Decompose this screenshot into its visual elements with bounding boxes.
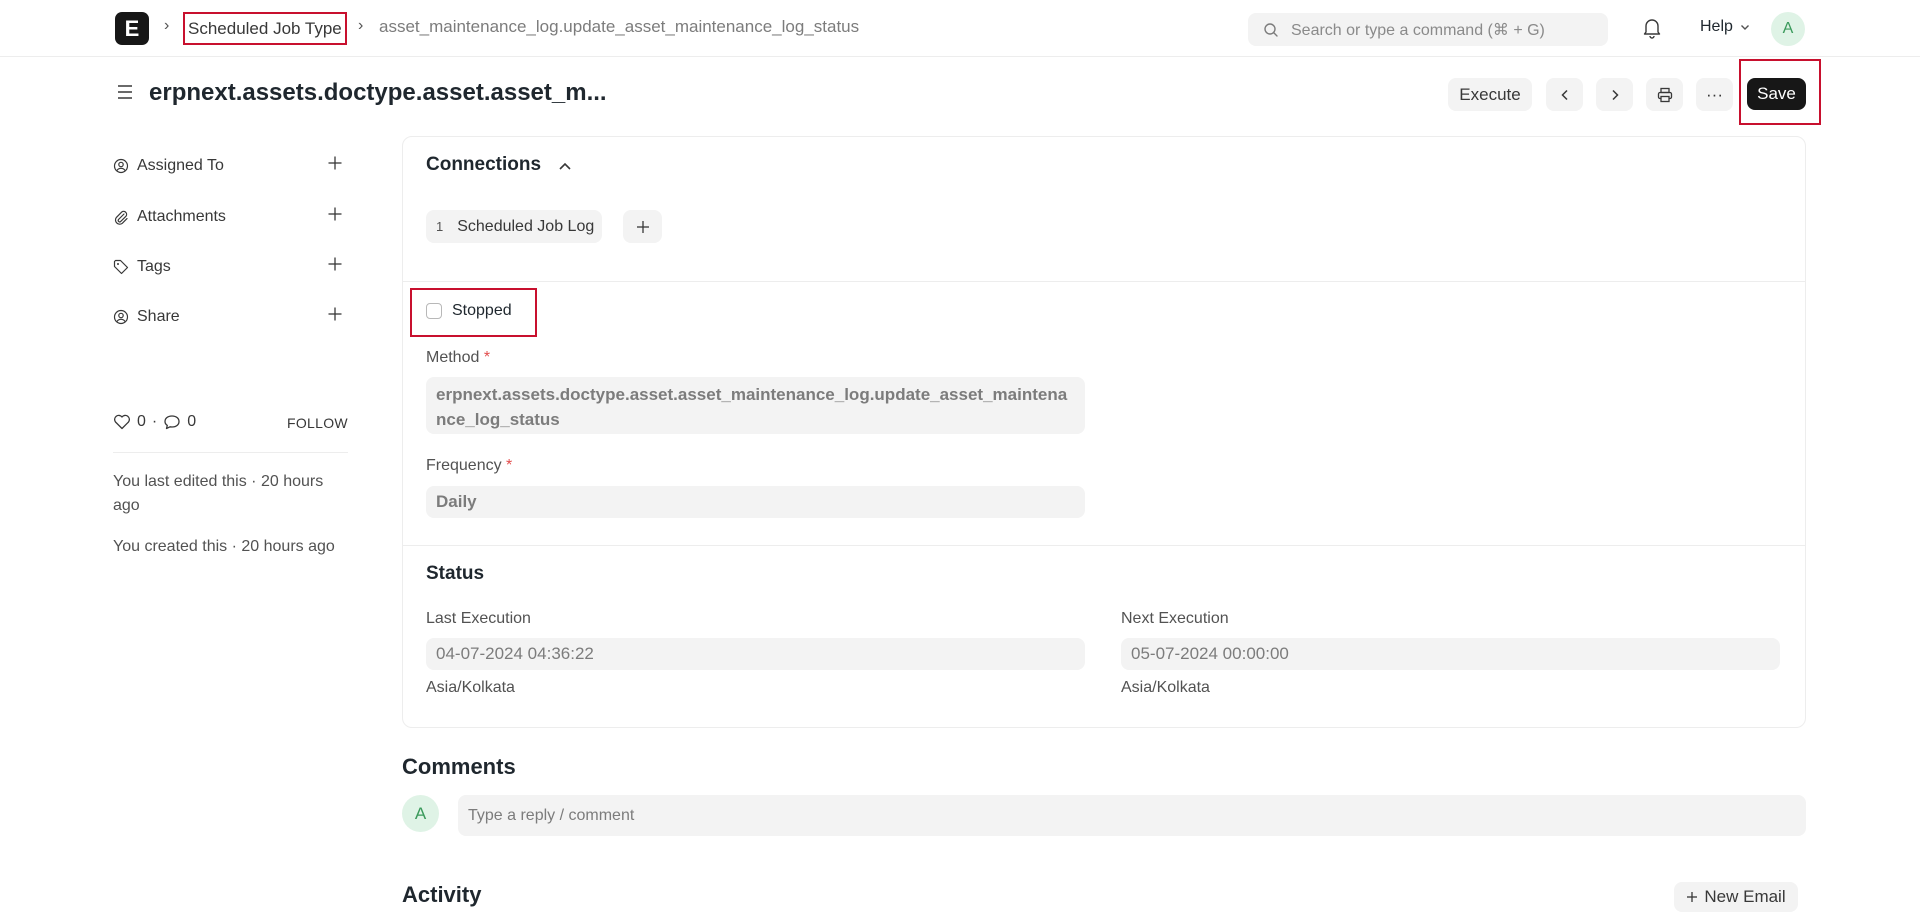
connections-heading[interactable]: Connections bbox=[426, 154, 541, 176]
connection-label: Scheduled Job Log bbox=[457, 217, 595, 235]
next-doc-button[interactable] bbox=[1596, 78, 1633, 111]
method-label: Method * bbox=[426, 349, 491, 366]
share-user-icon bbox=[113, 309, 129, 325]
more-actions-button[interactable]: ··· bbox=[1696, 78, 1733, 111]
chevron-down-icon bbox=[1740, 25, 1749, 30]
comments-count: 0 bbox=[187, 413, 197, 430]
activity-heading: Activity bbox=[402, 882, 482, 907]
breadcrumb-current-doc[interactable]: asset_maintenance_log.update_asset_maint… bbox=[379, 17, 859, 37]
paperclip-icon bbox=[114, 210, 128, 225]
plus-icon bbox=[1687, 892, 1698, 902]
last-edited-text: You last edited this · 20 hours ago bbox=[113, 473, 324, 514]
plus-icon[interactable] bbox=[327, 206, 343, 222]
chevron-right-icon: › bbox=[164, 17, 170, 34]
help-label: Help bbox=[1700, 18, 1733, 35]
comment-avatar: A bbox=[402, 795, 439, 832]
stopped-checkbox[interactable] bbox=[426, 303, 442, 319]
search-input[interactable]: Search or type a command (⌘ + G) bbox=[1248, 13, 1608, 46]
follow-button[interactable]: FOLLOW bbox=[287, 415, 348, 431]
status-heading: Status bbox=[426, 563, 485, 584]
connection-scheduled-job-log[interactable]: 1 Scheduled Job Log bbox=[426, 210, 603, 243]
assign-user-icon bbox=[113, 158, 129, 174]
sidebar-item-attachments[interactable]: Attachments bbox=[113, 205, 343, 229]
required-mark: * bbox=[483, 349, 491, 366]
new-email-label: New Email bbox=[1704, 887, 1786, 906]
required-mark: * bbox=[506, 457, 513, 474]
method-field[interactable]: erpnext.assets.doctype.asset.asset_maint… bbox=[426, 377, 1085, 434]
plus-icon[interactable] bbox=[327, 256, 343, 272]
comment-input[interactable]: Type a reply / comment bbox=[458, 795, 1806, 836]
tag-icon bbox=[113, 259, 129, 275]
chevron-right-icon bbox=[1611, 89, 1619, 100]
plus-icon[interactable] bbox=[327, 155, 343, 171]
execute-button[interactable]: Execute bbox=[1448, 78, 1532, 111]
comment-icon[interactable] bbox=[163, 414, 181, 430]
sidebar-item-label: Tags bbox=[137, 258, 171, 275]
top-navbar: E › Scheduled Job Type › asset_maintenan… bbox=[0, 0, 1920, 57]
previous-doc-button[interactable] bbox=[1546, 78, 1583, 111]
print-button[interactable] bbox=[1646, 78, 1683, 111]
sidebar-divider bbox=[113, 452, 348, 453]
next-execution-label: Next Execution bbox=[1121, 610, 1229, 627]
frequency-label: Frequency * bbox=[426, 457, 513, 474]
sidebar-item-label: Attachments bbox=[137, 208, 226, 225]
section-divider bbox=[402, 545, 1806, 546]
add-connection-button[interactable] bbox=[623, 210, 662, 243]
last-execution-timezone: Asia/Kolkata bbox=[426, 679, 515, 696]
sidebar-toggle-icon[interactable] bbox=[116, 83, 134, 101]
frequency-select[interactable]: Daily bbox=[426, 486, 1085, 518]
comments-heading: Comments bbox=[402, 754, 516, 779]
plus-icon bbox=[636, 220, 649, 233]
section-divider bbox=[402, 281, 1806, 282]
chevron-left-icon bbox=[1560, 89, 1568, 100]
breadcrumb-scheduled-job-type[interactable]: Scheduled Job Type bbox=[183, 12, 347, 45]
chevron-right-icon: › bbox=[358, 17, 364, 34]
created-text: You created this · 20 hours ago bbox=[113, 538, 335, 555]
stopped-label[interactable]: Stopped bbox=[452, 302, 512, 320]
last-execution-field[interactable]: 04-07-2024 04:36:22 bbox=[426, 638, 1085, 670]
save-button[interactable]: Save bbox=[1747, 78, 1806, 110]
user-avatar[interactable]: A bbox=[1771, 12, 1805, 46]
sidebar-item-tags[interactable]: Tags bbox=[113, 255, 343, 279]
bell-icon[interactable] bbox=[1642, 17, 1662, 39]
connection-count: 1 bbox=[436, 219, 444, 234]
search-icon bbox=[1264, 22, 1278, 37]
chevron-up-icon[interactable] bbox=[557, 158, 573, 174]
separator-dot: · bbox=[151, 413, 158, 430]
likes-comments-row: 0 · 0 bbox=[113, 413, 196, 431]
sidebar-item-label: Assigned To bbox=[137, 157, 224, 174]
app-logo[interactable]: E bbox=[115, 12, 149, 45]
likes-count: 0 bbox=[137, 413, 146, 430]
sidebar-item-label: Share bbox=[137, 308, 180, 325]
search-placeholder: Search or type a command (⌘ + G) bbox=[1291, 21, 1545, 39]
heart-icon[interactable] bbox=[113, 414, 131, 430]
next-execution-field[interactable]: 05-07-2024 00:00:00 bbox=[1121, 638, 1780, 670]
sidebar-item-share[interactable]: Share bbox=[113, 305, 343, 329]
page-title: erpnext.assets.doctype.asset.asset_m... bbox=[149, 79, 607, 106]
last-execution-label: Last Execution bbox=[426, 610, 531, 627]
plus-icon[interactable] bbox=[327, 306, 343, 322]
printer-icon bbox=[1657, 87, 1672, 102]
help-dropdown[interactable]: Help bbox=[1700, 18, 1751, 36]
next-execution-timezone: Asia/Kolkata bbox=[1121, 679, 1210, 696]
new-email-button[interactable]: New Email bbox=[1674, 882, 1798, 912]
sidebar-item-assigned-to[interactable]: Assigned To bbox=[113, 154, 343, 178]
